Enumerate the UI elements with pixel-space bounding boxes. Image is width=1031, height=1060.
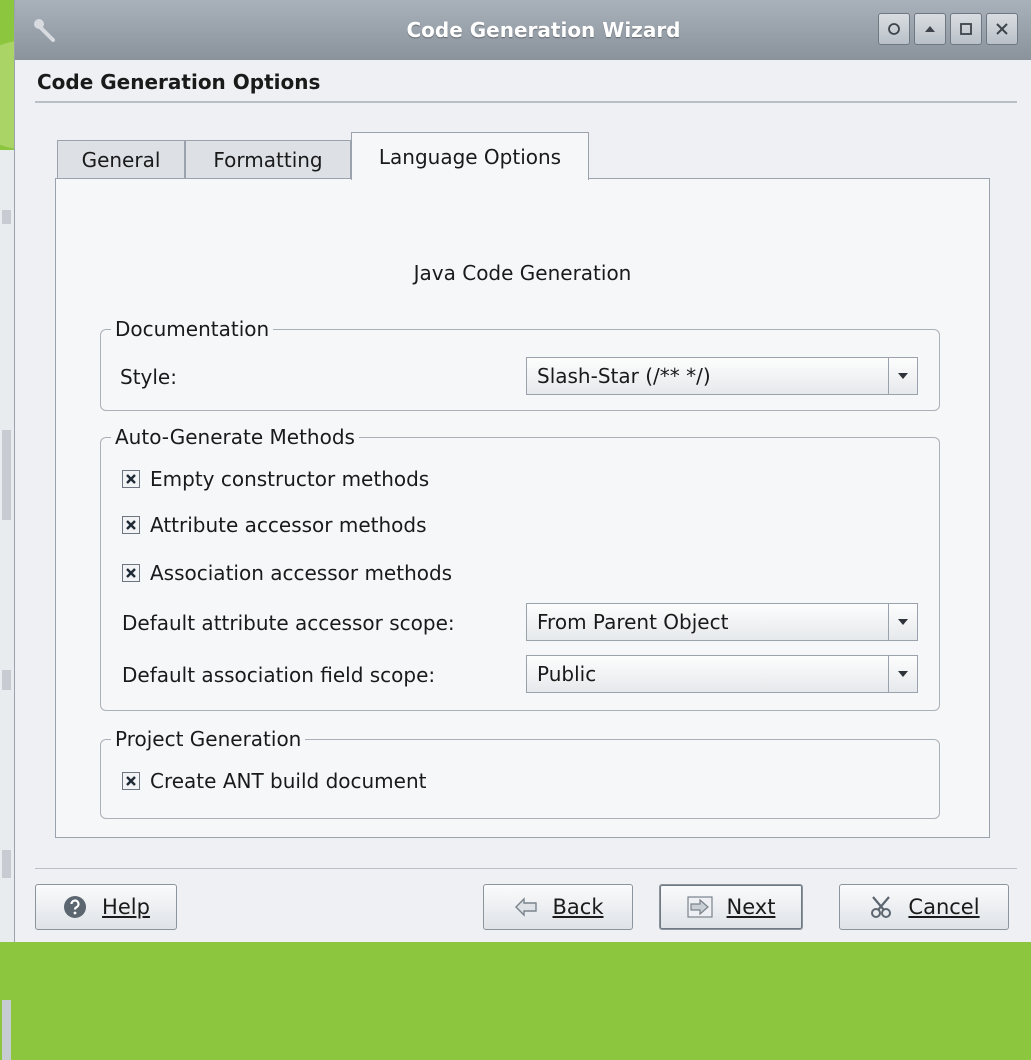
documentation-style-select[interactable]: Slash-Star (/** */) bbox=[526, 357, 918, 395]
association-scope-label: Default association field scope: bbox=[122, 663, 436, 687]
tab-formatting[interactable]: Formatting bbox=[185, 140, 351, 178]
tab-language-options[interactable]: Language Options bbox=[351, 132, 589, 180]
next-button-label: Next bbox=[726, 895, 776, 919]
attribute-scope-label: Default attribute accessor scope: bbox=[122, 611, 455, 635]
x-mark-icon[interactable] bbox=[122, 772, 140, 790]
checkbox-label: Empty constructor methods bbox=[150, 467, 430, 491]
empty-constructor-checkbox[interactable]: Empty constructor methods bbox=[122, 467, 429, 491]
checkbox-label: Attribute accessor methods bbox=[150, 513, 427, 537]
cancel-button[interactable]: Cancel bbox=[839, 884, 1009, 930]
documentation-legend: Documentation bbox=[115, 317, 270, 341]
background-window-edge bbox=[0, 150, 14, 1060]
help-icon bbox=[64, 896, 87, 918]
chevron-down-icon[interactable] bbox=[888, 604, 917, 640]
back-button-label: Back bbox=[552, 895, 604, 919]
help-button-label: Help bbox=[102, 895, 150, 919]
title-bar[interactable]: Code Generation Wizard bbox=[15, 0, 1031, 60]
checkbox-label: Association accessor methods bbox=[150, 561, 453, 585]
chevron-down-icon[interactable] bbox=[888, 358, 917, 394]
style-label: Style: bbox=[120, 365, 177, 389]
next-arrow-icon bbox=[686, 896, 713, 918]
back-arrow-icon bbox=[514, 897, 537, 917]
close-icon[interactable] bbox=[986, 13, 1018, 45]
help-icon[interactable] bbox=[878, 13, 910, 45]
shade-icon[interactable] bbox=[914, 13, 946, 45]
chevron-down-icon[interactable] bbox=[888, 656, 917, 692]
maximize-icon[interactable] bbox=[950, 13, 982, 45]
page-title: Code Generation Options bbox=[37, 70, 321, 94]
attribute-accessor-scope-select[interactable]: From Parent Object bbox=[526, 603, 918, 641]
association-accessor-checkbox[interactable]: Association accessor methods bbox=[122, 561, 452, 585]
create-ant-build-checkbox[interactable]: Create ANT build document bbox=[122, 769, 426, 793]
documentation-style-value: Slash-Star (/** */) bbox=[537, 364, 711, 388]
code-generation-wizard-window: Code Generation Wizard Code Generation O… bbox=[14, 0, 1031, 942]
cancel-button-label: Cancel bbox=[908, 895, 980, 919]
header-divider bbox=[35, 101, 1017, 103]
x-mark-icon[interactable] bbox=[122, 470, 140, 488]
auto-generate-legend: Auto-Generate Methods bbox=[115, 425, 355, 449]
attribute-scope-value: From Parent Object bbox=[537, 610, 729, 634]
attribute-accessor-checkbox[interactable]: Attribute accessor methods bbox=[122, 513, 427, 537]
x-mark-icon[interactable] bbox=[122, 564, 140, 582]
cancel-icon bbox=[871, 896, 892, 918]
next-button[interactable]: Next bbox=[659, 884, 803, 930]
x-mark-icon[interactable] bbox=[122, 516, 140, 534]
language-options-panel: Java Code Generation Documentation Style… bbox=[55, 178, 990, 838]
project-generation-legend: Project Generation bbox=[115, 727, 302, 751]
section-title: Java Code Generation bbox=[413, 261, 632, 285]
association-scope-value: Public bbox=[537, 662, 597, 686]
help-button[interactable]: Help bbox=[35, 884, 177, 930]
footer-divider bbox=[35, 868, 1017, 869]
back-button[interactable]: Back bbox=[483, 884, 633, 930]
checkbox-label: Create ANT build document bbox=[150, 769, 427, 793]
tab-general[interactable]: General bbox=[57, 140, 185, 178]
association-field-scope-select[interactable]: Public bbox=[526, 655, 918, 693]
